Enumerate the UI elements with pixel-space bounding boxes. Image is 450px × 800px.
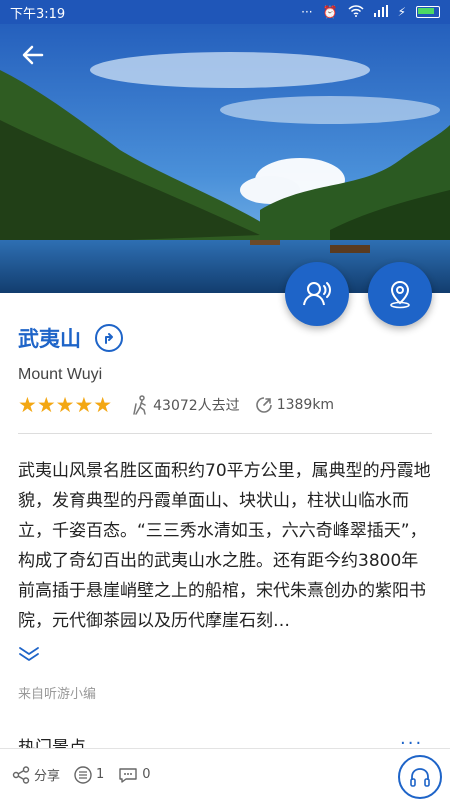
landscape-photo (0, 0, 450, 293)
status-time: 下午3:19 (10, 6, 66, 22)
rating-stars: ★★★★★ (18, 393, 113, 417)
hot-spots-title: 热门景点 (18, 738, 86, 748)
expand-button[interactable] (18, 646, 40, 666)
visitors-stat: 43072人去过 (132, 395, 240, 415)
comment-button[interactable]: 0 (118, 766, 151, 784)
battery-icon (416, 6, 440, 18)
bottom-bar: 分享 1 0 (0, 748, 450, 800)
source-credit: 来自听游小编 (18, 687, 97, 702)
hiker-icon (133, 395, 146, 415)
audio-guide-button[interactable] (285, 262, 349, 326)
visitors-count: 43072人去过 (153, 398, 240, 414)
share-button[interactable]: 分享 (12, 765, 60, 784)
headphones-icon (410, 768, 430, 787)
share-icon (12, 765, 30, 784)
title-row: 武夷山 (18, 323, 123, 353)
status-icons: ··· ⏰ ⚡ (301, 4, 440, 20)
wifi-icon (348, 4, 364, 20)
stats-row: ★★★★★ 43072人去过 1389km (18, 393, 342, 417)
map-location-button[interactable] (368, 262, 432, 326)
scenic-description: 武夷山风景名胜区面积约70平方公里，属典型的丹霞地貌，发育典型的丹霞单面山、块状… (18, 461, 431, 631)
share-label: 分享 (34, 769, 61, 784)
navigate-button[interactable] (95, 324, 123, 352)
signal-icon: ··· (301, 5, 313, 19)
audio-guide-icon (303, 282, 331, 306)
back-arrow-icon (22, 45, 44, 65)
alarm-icon: ⏰ (322, 5, 338, 19)
distance-value: 1389km (276, 397, 335, 413)
hero-image (0, 0, 450, 293)
distance-stat: 1389km (254, 395, 334, 415)
back-button[interactable] (18, 40, 48, 70)
charging-icon: ⚡ (397, 5, 406, 19)
headphone-button[interactable] (398, 755, 442, 799)
turn-right-icon (105, 333, 113, 344)
distance-icon (255, 397, 272, 413)
scenic-name-en: Mount Wuyi (18, 366, 103, 383)
list-button[interactable]: 1 (74, 765, 105, 784)
comment-icon (119, 767, 137, 783)
list-icon (74, 765, 92, 784)
cellular-icon (373, 4, 388, 20)
location-pin-icon (390, 280, 410, 309)
divider (18, 433, 432, 434)
comment-count: 0 (142, 767, 151, 782)
status-bar: 下午3:19 ··· ⏰ ⚡ (0, 0, 450, 24)
list-count: 1 (96, 767, 105, 782)
chevron-down-double-icon (19, 647, 39, 661)
scenic-name: 武夷山 (18, 327, 81, 351)
